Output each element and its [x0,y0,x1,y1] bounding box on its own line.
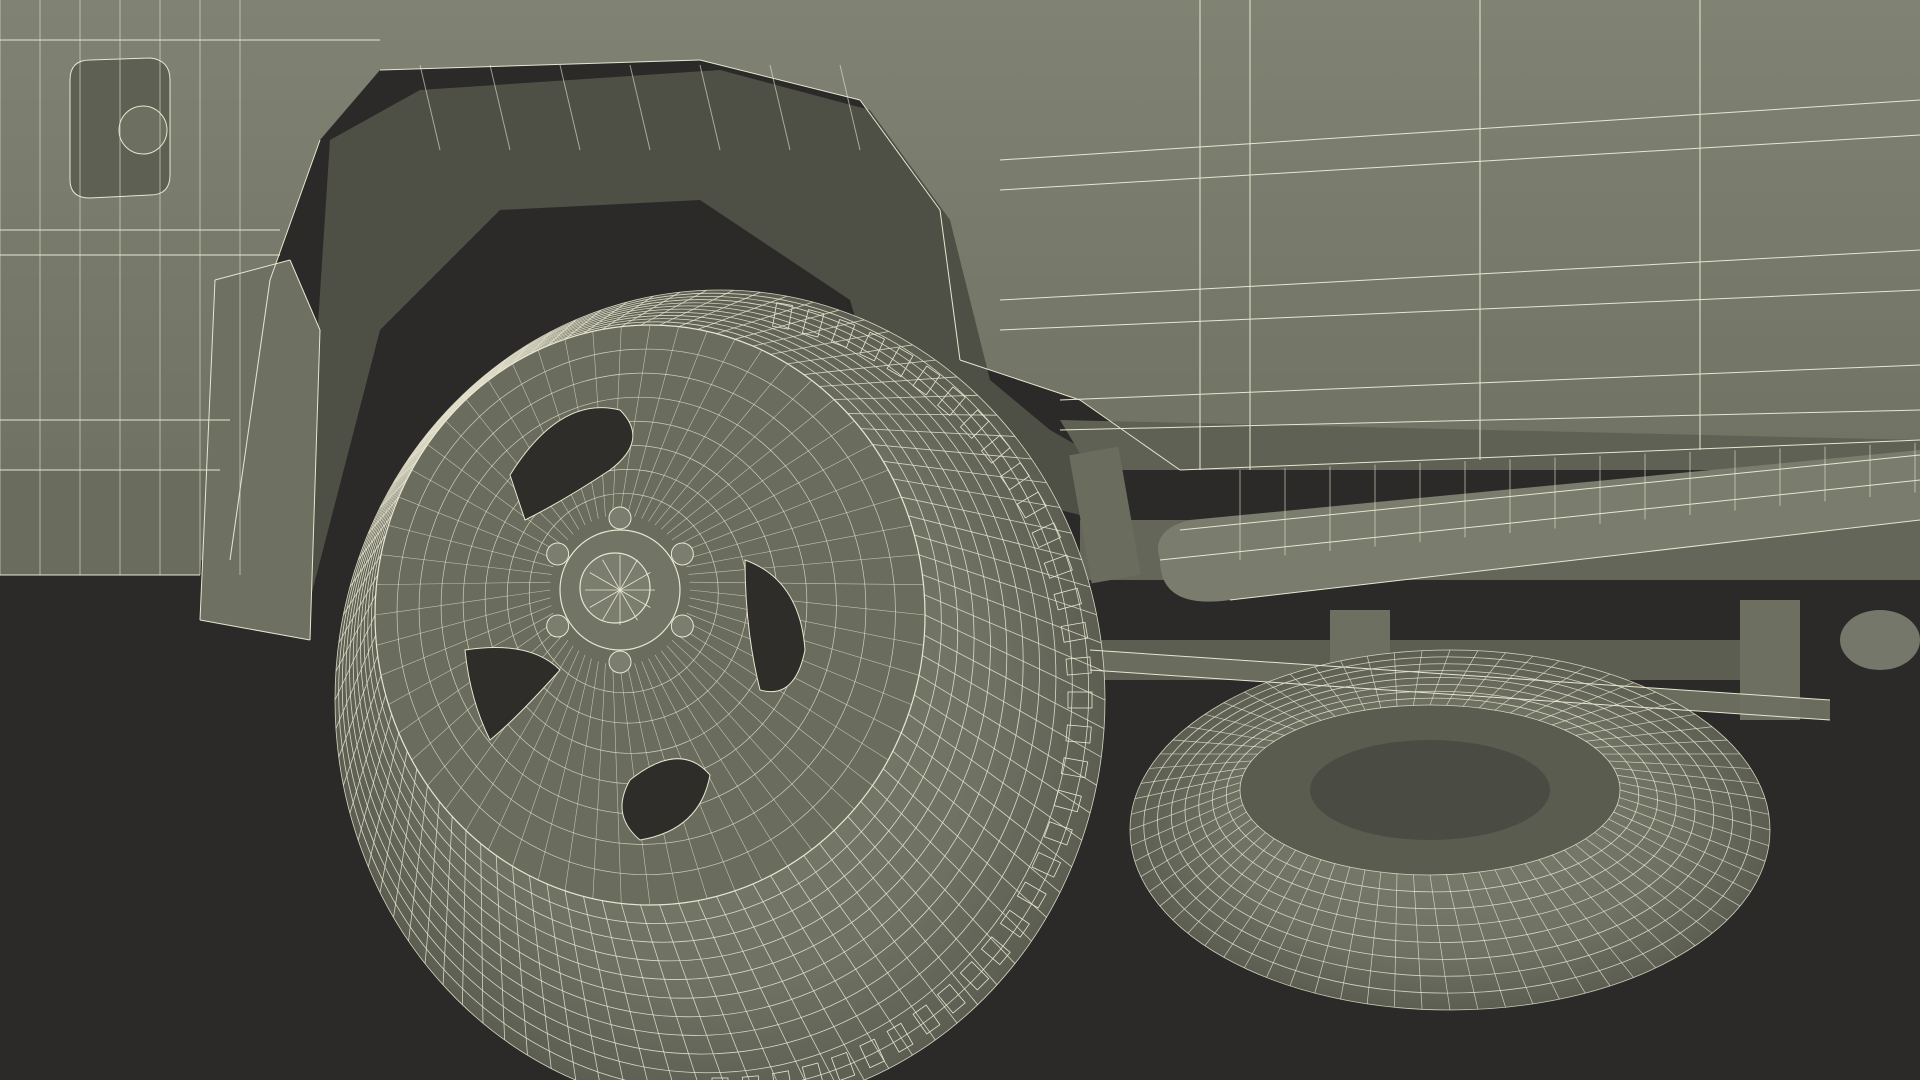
center-cap [579,552,651,624]
wireframe-render-viewport [0,0,1920,1080]
main-wheel [334,289,1106,1080]
truck-wireframe-render [0,0,1920,1080]
rear-inner-wheel [1129,649,1771,1011]
